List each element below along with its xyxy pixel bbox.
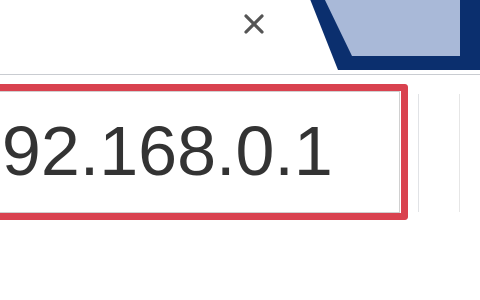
toolbar-extension-area xyxy=(418,94,480,212)
address-bar[interactable]: 192.168.0.1 xyxy=(0,91,400,213)
close-icon xyxy=(244,14,264,34)
page-content xyxy=(0,222,480,300)
new-tab-button[interactable] xyxy=(290,0,480,74)
address-bar-text: 192.168.0.1 xyxy=(0,112,333,190)
browser-window: 192.168.0.1 xyxy=(0,0,480,300)
new-tab-icon xyxy=(310,0,480,70)
tab-strip xyxy=(0,0,480,78)
tab-close-button[interactable] xyxy=(232,2,276,46)
toolbar-divider xyxy=(459,94,460,212)
